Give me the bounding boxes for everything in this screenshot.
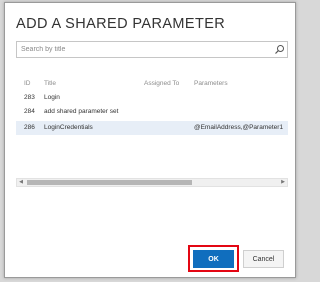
column-header-parameters[interactable]: Parameters	[194, 77, 228, 91]
cancel-button[interactable]: Cancel	[243, 250, 284, 268]
chevron-left-icon[interactable]: ◀	[17, 179, 25, 186]
table-row-selected[interactable]: 286 LoginCredentials @EmailAddress,@Para…	[16, 121, 288, 135]
search-input[interactable]	[17, 42, 271, 57]
chevron-right-icon[interactable]: ▶	[279, 179, 287, 186]
row-title: Login	[44, 94, 60, 101]
row-id: 284	[24, 108, 35, 115]
search-icon[interactable]	[274, 44, 285, 55]
table-row[interactable]: 284 add shared parameter set	[16, 105, 288, 119]
column-header-id[interactable]: ID	[24, 77, 31, 91]
row-id: 286	[24, 124, 35, 131]
dialog-title: ADD A SHARED PARAMETER	[16, 16, 226, 32]
table-row[interactable]: 283 Login	[16, 91, 288, 105]
horizontal-scrollbar[interactable]: ◀ ▶	[16, 178, 288, 187]
column-header-title[interactable]: Title	[44, 77, 56, 91]
row-title: LoginCredentials	[44, 124, 93, 131]
column-header-assigned-to[interactable]: Assigned To	[144, 77, 179, 91]
search-box[interactable]	[16, 41, 288, 58]
row-parameters: @EmailAddress,@Parameter1	[194, 124, 284, 131]
scrollbar-thumb[interactable]	[27, 180, 192, 185]
add-shared-parameter-dialog: ADD A SHARED PARAMETER ID Title Assigned…	[4, 2, 296, 278]
row-title: add shared parameter set	[44, 108, 119, 115]
table-header: ID Title Assigned To Parameters	[16, 77, 288, 91]
row-id: 283	[24, 94, 35, 101]
ok-button[interactable]: OK	[193, 250, 234, 268]
